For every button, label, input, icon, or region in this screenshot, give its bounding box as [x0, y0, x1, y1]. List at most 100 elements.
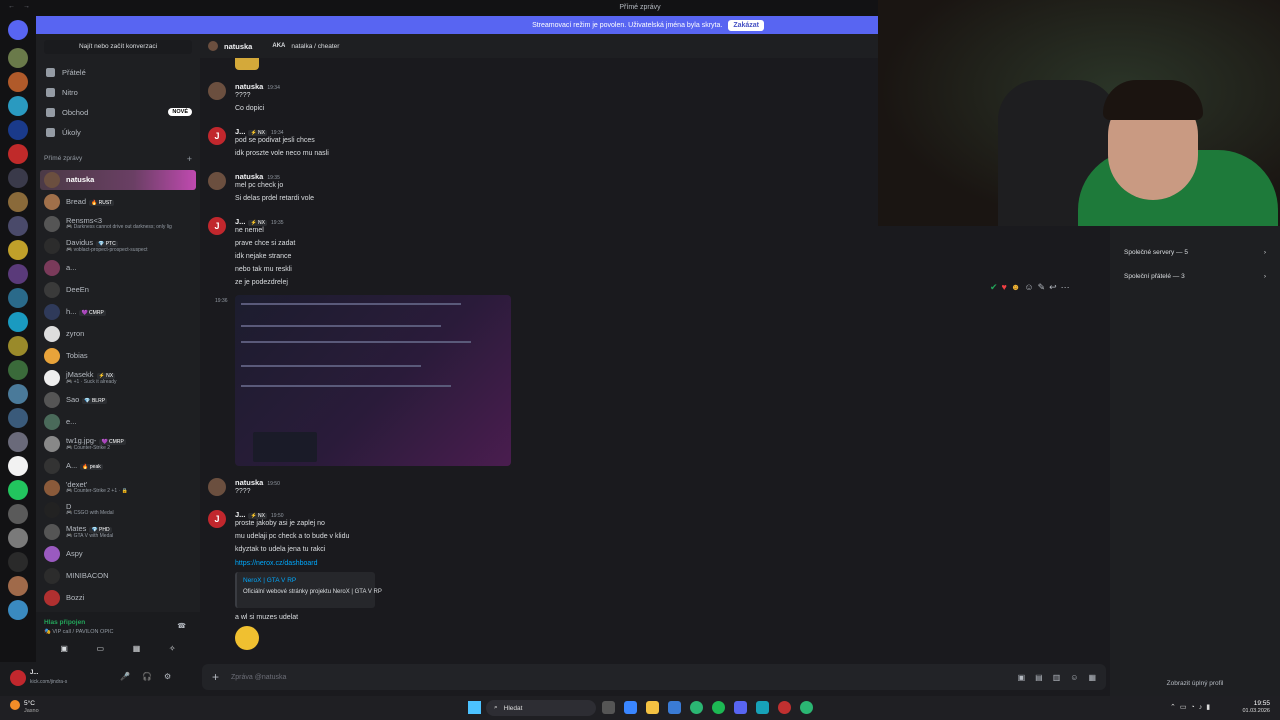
avatar[interactable]: [10, 670, 26, 686]
server-icon[interactable]: [8, 264, 28, 284]
discord-icon[interactable]: [734, 701, 747, 714]
server-icon[interactable]: [8, 312, 28, 332]
server-icon[interactable]: [8, 576, 28, 596]
server-icon[interactable]: [8, 552, 28, 572]
store-icon[interactable]: [668, 701, 681, 714]
server-icon[interactable]: [8, 480, 28, 500]
gif-icon[interactable]: ▤: [1035, 673, 1043, 682]
settings-icon[interactable]: ⚙: [164, 672, 171, 681]
server-icon[interactable]: [8, 96, 28, 116]
spotify-icon[interactable]: [712, 701, 725, 714]
create-dm-icon[interactable]: +: [187, 154, 192, 164]
find-conversation-button[interactable]: Najít nebo začít konverzaci: [44, 40, 192, 54]
app-icon[interactable]: [778, 701, 791, 714]
nav-friends[interactable]: Přátelé: [44, 63, 192, 81]
author-name[interactable]: J...: [235, 127, 245, 136]
add-reaction-icon[interactable]: ☺: [1024, 282, 1033, 293]
avatar[interactable]: J: [208, 510, 226, 528]
start-icon[interactable]: [468, 701, 481, 714]
server-icon[interactable]: [8, 528, 28, 548]
dm-item[interactable]: jMasekk ⚡ NX 🎮 +1 · Suck it already: [40, 368, 196, 388]
message-input[interactable]: Zpráva @natuska: [231, 674, 286, 681]
avatar[interactable]: [208, 478, 226, 496]
server-icon[interactable]: [8, 120, 28, 140]
server-icon[interactable]: [8, 168, 28, 188]
server-icon[interactable]: [8, 192, 28, 212]
server-icon[interactable]: [8, 360, 28, 380]
screenshare-icon[interactable]: ▭: [97, 644, 105, 653]
dm-item[interactable]: A... 🔥 peak: [40, 456, 196, 476]
mic-icon[interactable]: 🎤: [120, 672, 130, 681]
reaction-icon[interactable]: ☻: [1011, 282, 1020, 293]
embed-title[interactable]: NeroX | GTA V RP: [243, 577, 369, 584]
author-name[interactable]: J...: [235, 217, 245, 226]
emoji-icon[interactable]: ☺: [1070, 673, 1078, 682]
server-icon[interactable]: [8, 216, 28, 236]
view-full-profile[interactable]: Zobrazit úplný profil: [1110, 680, 1280, 687]
edit-icon[interactable]: ✎: [1038, 282, 1046, 293]
dm-item[interactable]: Sao 💎 BLRP: [40, 390, 196, 410]
author-name[interactable]: natuska: [235, 478, 263, 487]
dm-item[interactable]: tw1g.jpg- 💜 CMRP 🎮 Counter-Strike 2: [40, 434, 196, 454]
dm-item[interactable]: Tobias: [40, 346, 196, 366]
author-name[interactable]: natuska: [235, 172, 263, 181]
activities-icon[interactable]: ▦: [133, 644, 141, 653]
dm-item[interactable]: MINIBACON: [40, 566, 196, 586]
disable-streamer-mode-button[interactable]: Zakázat: [728, 19, 764, 31]
task-view-icon[interactable]: [602, 701, 615, 714]
dm-item[interactable]: a...: [40, 258, 196, 278]
server-icon[interactable]: [8, 456, 28, 476]
weather-icon[interactable]: [10, 700, 20, 710]
server-icon[interactable]: [8, 72, 28, 92]
heart-reaction-icon[interactable]: ♥: [1002, 282, 1007, 293]
dm-item[interactable]: 'dexet' 🎮 Counter-Strike 2 +1 · 🔒: [40, 478, 196, 498]
avatar[interactable]: J: [208, 127, 226, 145]
server-icon[interactable]: [8, 288, 28, 308]
dm-item[interactable]: Bozzi: [40, 588, 196, 608]
reply-icon[interactable]: ↩: [1049, 282, 1057, 293]
file-explorer-icon[interactable]: [646, 701, 659, 714]
voice-channel[interactable]: 🎭 VIP call / PAVILON OPIC: [44, 629, 114, 635]
dm-item[interactable]: DeeEn: [40, 280, 196, 300]
dm-item[interactable]: Rensms<3 🎮 Darkness cannot drive out dark…: [40, 214, 196, 234]
upload-icon[interactable]: +: [212, 670, 219, 684]
apps-icon[interactable]: ▦: [1088, 673, 1096, 682]
dm-item[interactable]: Aspy: [40, 544, 196, 564]
disconnect-icon[interactable]: ☎: [177, 622, 186, 630]
dashboard-link[interactable]: https://nerox.cz/dashboard: [235, 560, 318, 567]
author-name[interactable]: natuska: [235, 82, 263, 91]
dm-item[interactable]: zyron: [40, 324, 196, 344]
dm-item[interactable]: D 🎮 CSGO with Medal: [40, 500, 196, 520]
copilot-icon[interactable]: [624, 701, 637, 714]
sticker-icon[interactable]: ▥: [1053, 673, 1061, 682]
sticker-image[interactable]: [235, 58, 259, 70]
mutual-friends[interactable]: Společní přátelé — 3 ›: [1118, 267, 1272, 285]
chrome-icon[interactable]: [690, 701, 703, 714]
avatar[interactable]: J: [208, 217, 226, 235]
server-icon[interactable]: [8, 336, 28, 356]
clock-date[interactable]: 01.03.2026: [1220, 708, 1270, 714]
avatar[interactable]: [208, 172, 226, 190]
server-icon[interactable]: [8, 408, 28, 428]
attachment-image[interactable]: [235, 295, 511, 466]
avatar[interactable]: [208, 82, 226, 100]
nav-quests[interactable]: Úkoly: [44, 123, 192, 141]
dm-item[interactable]: natuska: [40, 170, 196, 190]
clock-time[interactable]: 19:55: [1228, 700, 1270, 707]
soundboard-icon[interactable]: ✧: [169, 644, 176, 653]
dm-item[interactable]: Davidus 💎 PTC 🎮 voblact-propect-prospect-s…: [40, 236, 196, 256]
mutual-servers[interactable]: Společné servery — 5 ›: [1118, 243, 1272, 261]
server-icon[interactable]: [8, 600, 28, 620]
dm-item[interactable]: Mates 💎 PHD 🎮 GTA V with Medal: [40, 522, 196, 542]
taskbar-search[interactable]: ⌕ Hledat: [486, 700, 596, 716]
app-icon[interactable]: [756, 701, 769, 714]
gift-icon[interactable]: ▣: [1018, 673, 1026, 682]
nav-shop[interactable]: Obchod NOVÉ: [44, 103, 192, 121]
more-icon[interactable]: ⋯: [1061, 282, 1070, 293]
dm-item[interactable]: h... 💜 CMRP: [40, 302, 196, 322]
tray-icons[interactable]: ⌃▭◔♪▮: [1170, 703, 1214, 711]
camera-icon[interactable]: ▣: [60, 644, 68, 653]
headphones-icon[interactable]: 🎧: [142, 672, 152, 681]
server-icon[interactable]: [8, 48, 28, 68]
server-icon[interactable]: [8, 144, 28, 164]
